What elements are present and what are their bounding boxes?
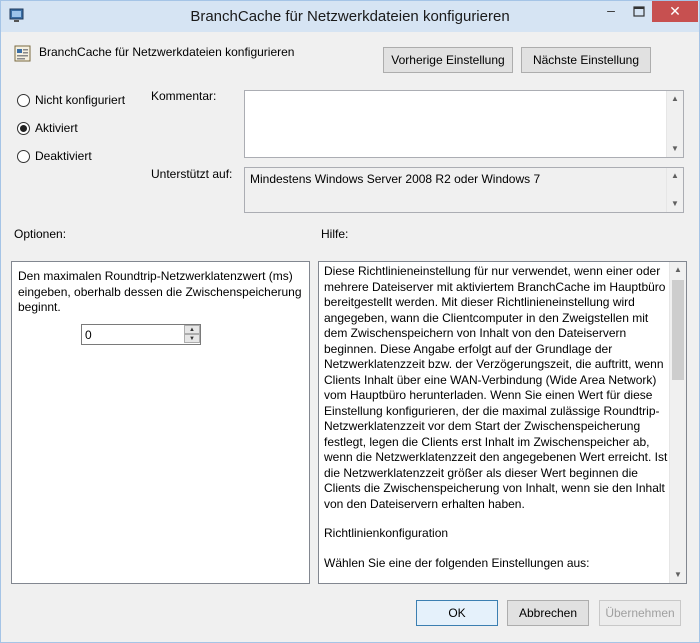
policy-icon <box>14 45 31 62</box>
spin-down-icon[interactable]: ▼ <box>184 334 200 343</box>
dialog-window: BranchCache für Netzwerkdateien konfigur… <box>0 0 700 643</box>
title-bar[interactable]: BranchCache für Netzwerkdateien konfigur… <box>1 1 699 32</box>
maximize-icon <box>632 6 645 17</box>
cancel-button[interactable]: Abbrechen <box>507 600 589 626</box>
minimize-button[interactable]: – <box>597 2 625 22</box>
scroll-up-arrow-icon[interactable]: ▲ <box>670 262 686 278</box>
window-title: BranchCache für Netzwerkdateien konfigur… <box>190 8 510 25</box>
radio-circle[interactable] <box>17 149 30 163</box>
help-paragraph: Wählen Sie eine der folgenden Einstellun… <box>324 555 590 570</box>
supported-scrollbar[interactable]: ▲ ▼ <box>666 168 683 212</box>
radio-circle[interactable] <box>17 121 30 135</box>
scroll-up-arrow-icon[interactable]: ▲ <box>667 168 683 184</box>
option-description: Den maximalen Roundtrip-Netzwerklatenzwe… <box>18 269 302 314</box>
radio-enabled[interactable]: Aktiviert <box>17 120 78 136</box>
spin-value[interactable]: 0 <box>85 328 92 342</box>
previous-setting-button[interactable]: Vorherige Einstellung <box>383 47 513 73</box>
help-paragraph: Diese Richtlinieneinstellung für nur ver… <box>324 264 668 511</box>
options-label: Optionen: <box>14 227 67 241</box>
comment-scrollbar[interactable]: ▲ ▼ <box>666 91 683 157</box>
scroll-up-arrow-icon[interactable]: ▲ <box>667 91 683 107</box>
ok-button[interactable]: OK <box>416 600 498 626</box>
apply-button[interactable]: Übernehmen <box>599 600 681 626</box>
latency-spinbox[interactable]: 0 ▲ ▼ <box>81 324 201 345</box>
radio-circle[interactable] <box>17 93 30 107</box>
maximize-button[interactable] <box>625 2 652 22</box>
spin-up-icon[interactable]: ▲ <box>184 325 200 334</box>
radio-label: Aktiviert <box>35 121 78 135</box>
help-scrollbar[interactable]: ▲ ▼ <box>669 262 686 583</box>
scroll-down-arrow-icon[interactable]: ▼ <box>667 141 683 157</box>
help-text: Diese Richtlinieneinstellung für nur ver… <box>324 264 669 585</box>
policy-name: BranchCache für Netzwerkdateien konfigur… <box>39 45 295 59</box>
comment-textarea[interactable]: ▲ ▼ <box>244 90 684 158</box>
radio-disabled[interactable]: Deaktiviert <box>17 148 92 164</box>
radio-label: Deaktiviert <box>35 149 92 163</box>
options-pane: Den maximalen Roundtrip-Netzwerklatenzwe… <box>11 261 310 584</box>
help-label: Hilfe: <box>321 227 349 241</box>
scroll-down-arrow-icon[interactable]: ▼ <box>667 196 683 212</box>
app-icon <box>9 8 27 24</box>
radio-not-configured[interactable]: Nicht konfiguriert <box>17 92 125 108</box>
help-paragraph: Richtlinienkonfiguration <box>324 526 449 540</box>
radio-label: Nicht konfiguriert <box>35 93 126 107</box>
supported-on-label: Unterstützt auf: <box>151 167 233 181</box>
next-setting-button[interactable]: Nächste Einstellung <box>521 47 651 73</box>
close-button[interactable]: ✕ <box>652 1 698 22</box>
scroll-thumb[interactable] <box>672 280 684 380</box>
scroll-down-arrow-icon[interactable]: ▼ <box>670 567 686 583</box>
help-pane: Diese Richtlinieneinstellung für nur ver… <box>318 261 687 584</box>
supported-on-value: Mindestens Windows Server 2008 R2 oder W… <box>250 172 541 186</box>
supported-on-field: Mindestens Windows Server 2008 R2 oder W… <box>244 167 684 213</box>
comment-label: Kommentar: <box>151 89 217 103</box>
